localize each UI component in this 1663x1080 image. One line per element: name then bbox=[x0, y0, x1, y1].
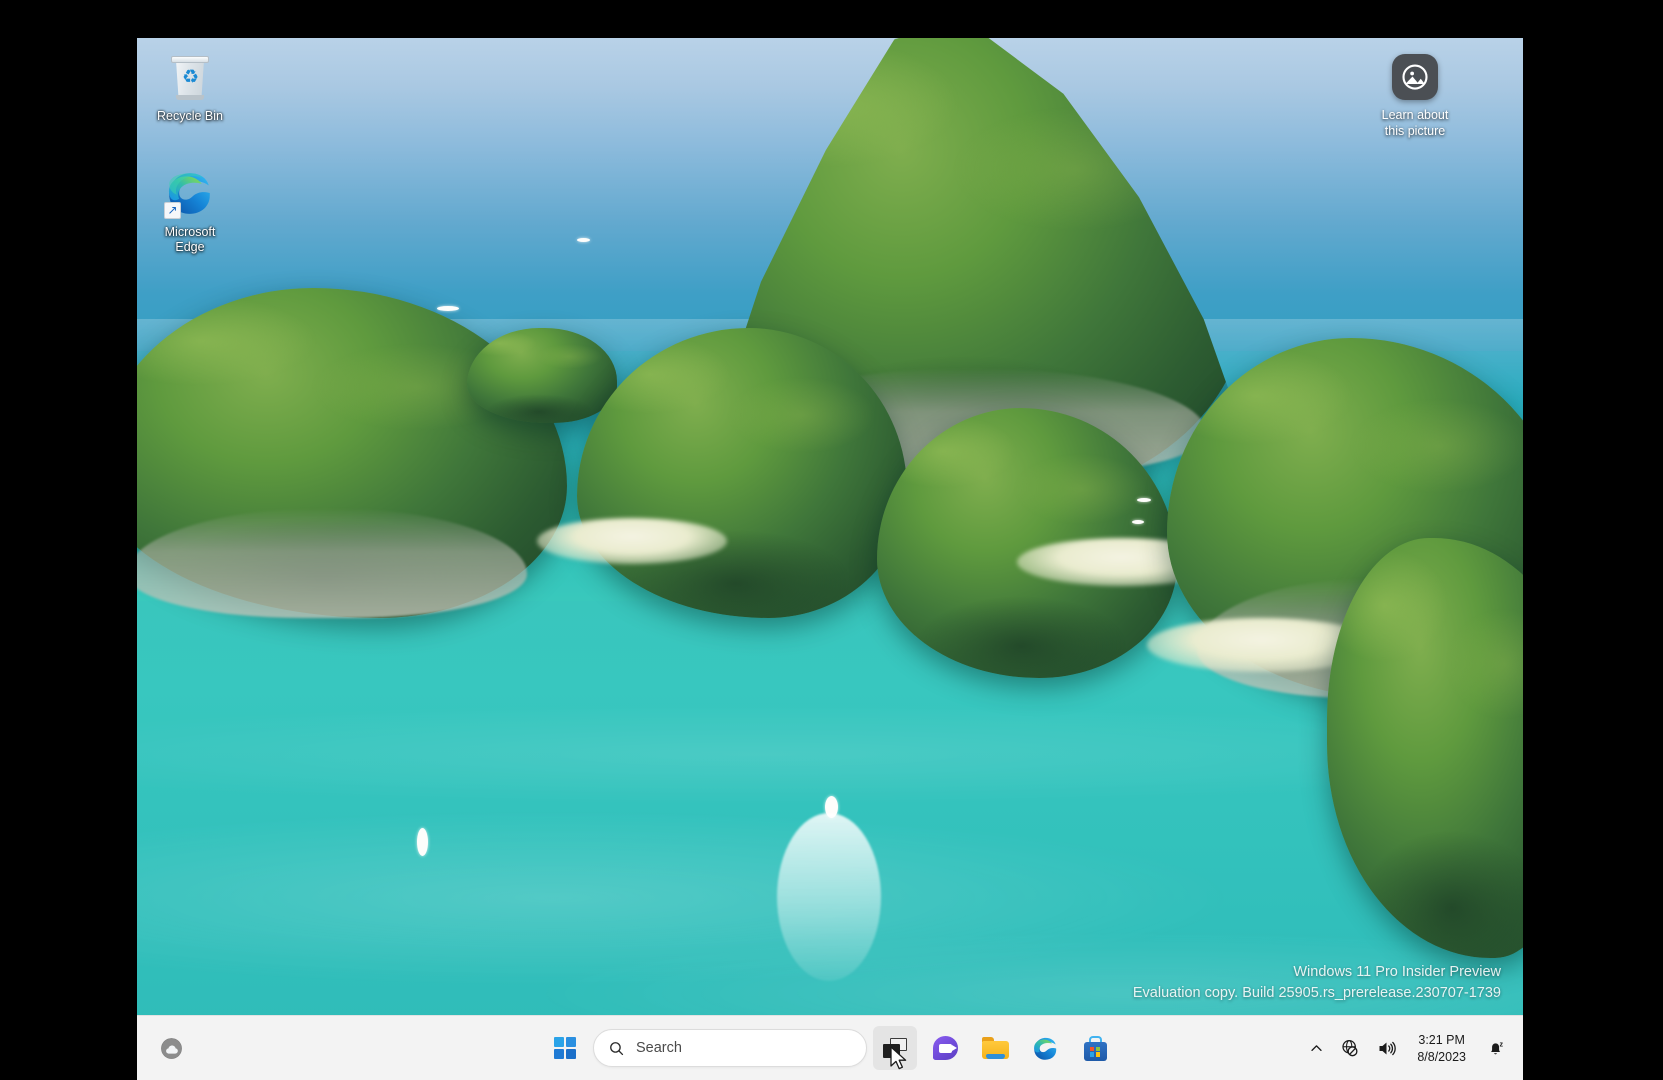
edge-icon bbox=[1033, 1037, 1056, 1060]
clock-date: 8/8/2023 bbox=[1417, 1049, 1466, 1064]
folder-icon bbox=[981, 1037, 1009, 1059]
desktop-icon-label: Recycle Bin bbox=[157, 109, 223, 123]
recycle-bin-icon: ♻ bbox=[165, 52, 215, 102]
volume-button[interactable] bbox=[1369, 1026, 1404, 1070]
task-view-button[interactable] bbox=[873, 1026, 917, 1070]
taskbar[interactable]: Search 3:21 PM 8/8/2023 z bbox=[137, 1015, 1523, 1080]
widgets-weather-button[interactable] bbox=[149, 1026, 193, 1070]
picture-icon bbox=[1392, 54, 1438, 100]
search-placeholder: Search bbox=[636, 1040, 682, 1056]
taskbar-center-group: Search bbox=[543, 1026, 1117, 1070]
wallpaper-islet-left-small bbox=[467, 328, 617, 423]
chevron-up-icon bbox=[1311, 1044, 1322, 1051]
watermark-line-1: Windows 11 Pro Insider Preview bbox=[1293, 964, 1501, 980]
edge-icon: ↗ bbox=[164, 168, 215, 219]
speaker-icon bbox=[1379, 1041, 1397, 1055]
screen: ♻ Recycle Bin ↗ Microsoft Edge Learn abo… bbox=[0, 0, 1663, 1080]
chat-video-icon bbox=[932, 1036, 958, 1060]
learn-label-line2: this picture bbox=[1384, 124, 1446, 138]
windows-evaluation-watermark: Windows 11 Pro Insider Preview Evaluatio… bbox=[1133, 962, 1501, 1004]
learn-widget-label: Learn about this picture bbox=[1382, 107, 1449, 139]
wallpaper-boat-far-3 bbox=[1137, 498, 1151, 502]
learn-label-line1: Learn about bbox=[1381, 108, 1449, 122]
edge-button[interactable] bbox=[1023, 1026, 1067, 1070]
globe-no-internet-icon bbox=[1342, 1039, 1358, 1057]
task-view-icon bbox=[883, 1038, 907, 1058]
taskbar-search[interactable]: Search bbox=[593, 1029, 867, 1067]
system-tray: 3:21 PM 8/8/2023 z bbox=[1302, 1026, 1513, 1070]
svg-text:z: z bbox=[1500, 1041, 1504, 1049]
desktop-wallpaper bbox=[137, 38, 1523, 1080]
edge-label-line2: Edge bbox=[175, 240, 205, 254]
wallpaper-beach-center-left bbox=[537, 518, 727, 564]
clock-time: 3:21 PM bbox=[1418, 1032, 1465, 1047]
bell-do-not-disturb-icon: z bbox=[1491, 1041, 1504, 1055]
wallpaper-boat-lagoon bbox=[417, 828, 428, 856]
wallpaper-boat-wake bbox=[777, 813, 881, 981]
watermark-line-2: Evaluation copy. Build 25905.rs_prerelea… bbox=[1132, 985, 1501, 1001]
wallpaper-boat-far-4 bbox=[1132, 520, 1144, 524]
windows-logo-icon bbox=[554, 1037, 576, 1059]
store-button[interactable] bbox=[1073, 1026, 1117, 1070]
store-bag-icon bbox=[1083, 1035, 1108, 1061]
wallpaper-boat-far-1 bbox=[437, 306, 459, 311]
desktop[interactable]: ♻ Recycle Bin ↗ Microsoft Edge Learn abo… bbox=[137, 38, 1523, 1080]
notifications-button[interactable]: z bbox=[1479, 1026, 1513, 1070]
network-button[interactable] bbox=[1333, 1026, 1367, 1070]
desktop-icon-microsoft-edge[interactable]: ↗ Microsoft Edge bbox=[144, 168, 236, 255]
taskbar-left-group bbox=[149, 1026, 193, 1070]
wallpaper-boat-far-2 bbox=[577, 238, 590, 242]
start-button[interactable] bbox=[543, 1026, 587, 1070]
show-hidden-icons[interactable] bbox=[1302, 1026, 1331, 1070]
search-icon bbox=[610, 1041, 624, 1055]
desktop-icon-label: Microsoft Edge bbox=[165, 225, 216, 255]
clock[interactable]: 3:21 PM 8/8/2023 bbox=[1406, 1026, 1477, 1070]
desktop-icon-recycle-bin[interactable]: ♻ Recycle Bin bbox=[144, 52, 236, 124]
learn-about-this-picture-widget[interactable]: Learn about this picture bbox=[1365, 54, 1465, 139]
edge-label-line1: Microsoft bbox=[164, 225, 216, 239]
shortcut-arrow-icon: ↗ bbox=[164, 202, 181, 219]
file-explorer-button[interactable] bbox=[973, 1026, 1017, 1070]
chat-button[interactable] bbox=[923, 1026, 967, 1070]
